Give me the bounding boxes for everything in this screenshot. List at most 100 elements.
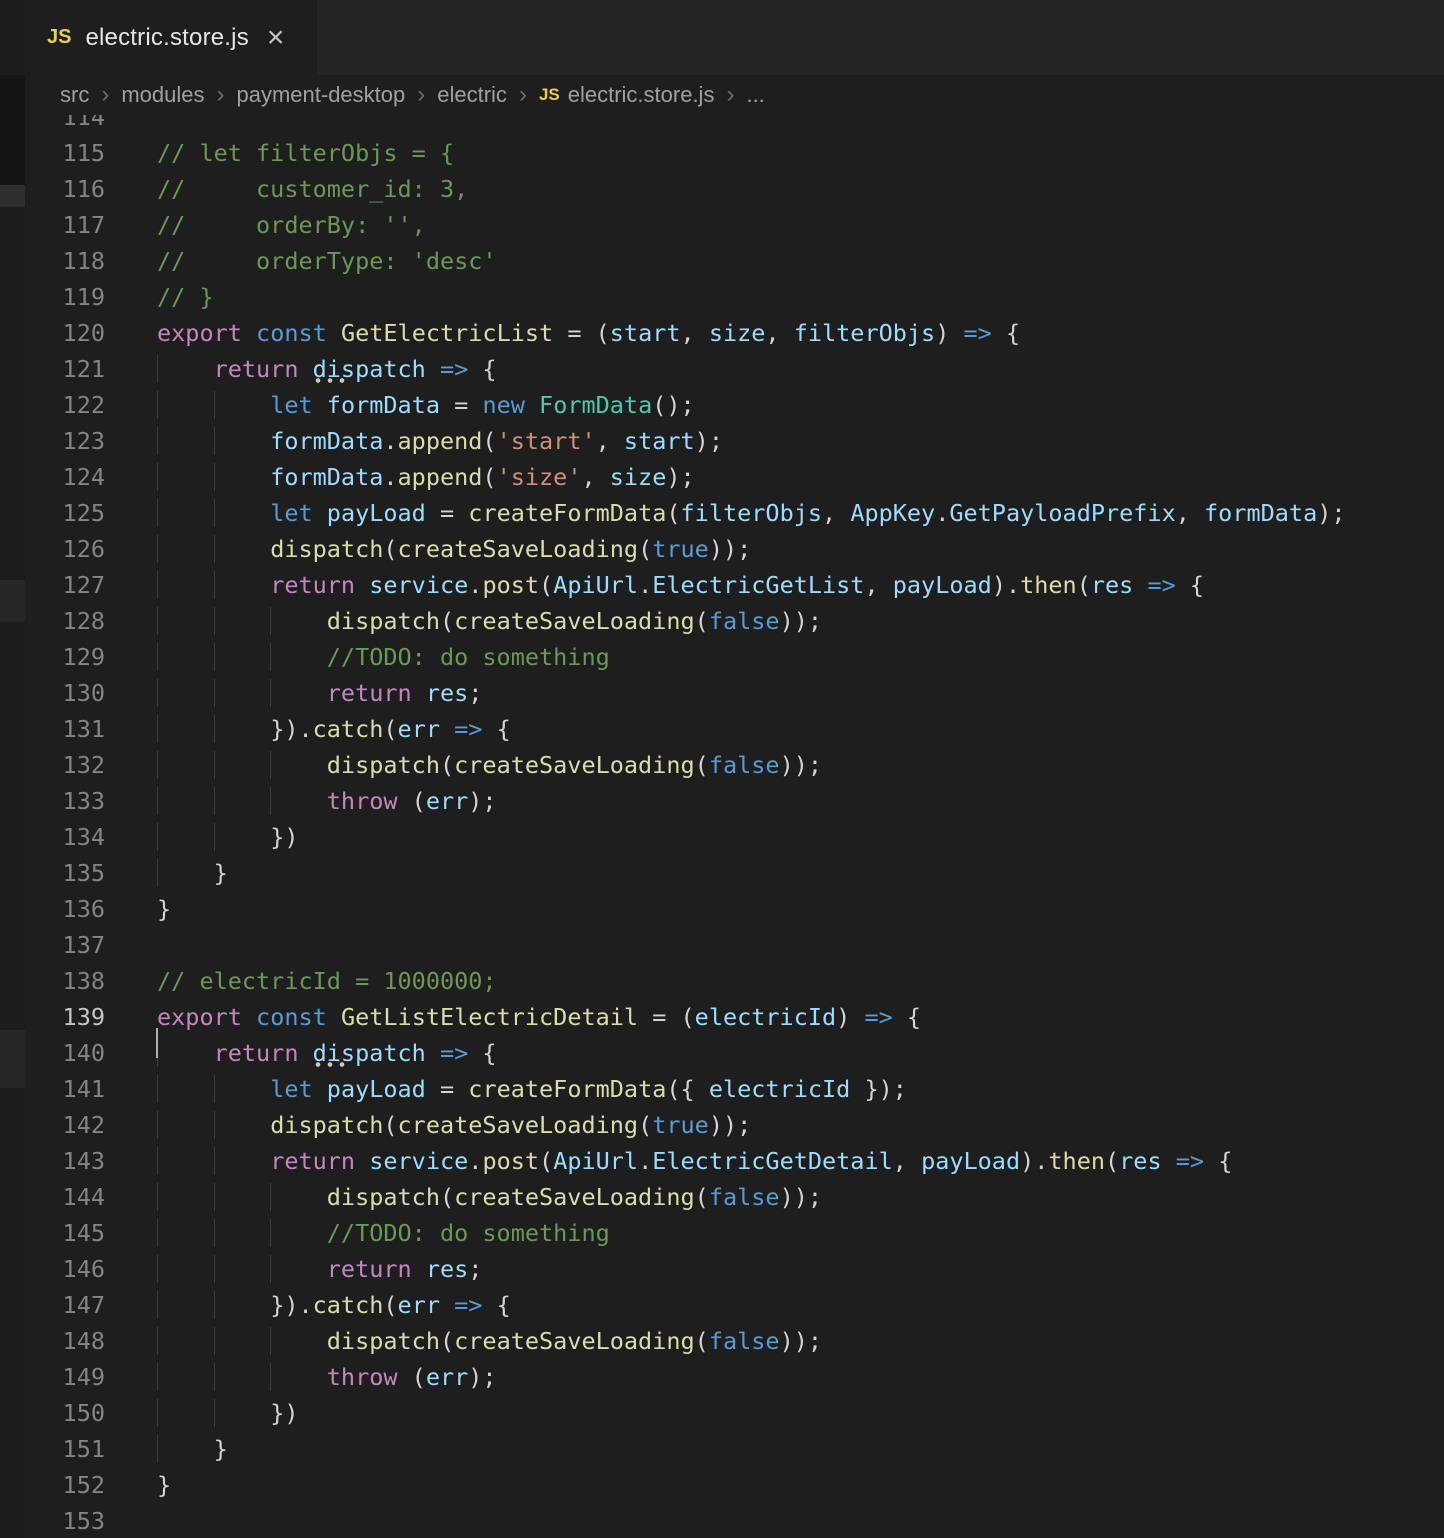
line-number: 143 <box>25 1143 105 1179</box>
tab-close-icon[interactable]: × <box>267 23 285 53</box>
code-line-148[interactable]: 148 dispatch(createSaveLoading(false)); <box>25 1323 1444 1359</box>
code-line-130[interactable]: 130 return res; <box>25 675 1444 711</box>
line-number: 117 <box>25 207 105 243</box>
code-line-132[interactable]: 132 dispatch(createSaveLoading(false)); <box>25 747 1444 783</box>
code-line-139[interactable]: 139export const GetListElectricDetail = … <box>25 999 1444 1035</box>
code-token: ( <box>383 1111 397 1139</box>
line-number: 150 <box>25 1395 105 1431</box>
code-line-142[interactable]: 142 dispatch(createSaveLoading(true)); <box>25 1107 1444 1143</box>
indent-guide <box>157 391 214 419</box>
code-line-118[interactable]: 118// orderType: 'desc' <box>25 243 1444 279</box>
code-line-131[interactable]: 131 }).catch(err => { <box>25 711 1444 747</box>
code-text: // customer_id: 3, <box>105 171 468 207</box>
code-text: }) <box>105 1395 298 1431</box>
code-editor[interactable]: 114115// let filterObjs = {116// custome… <box>25 115 1444 1538</box>
code-token: ( <box>1105 1147 1119 1175</box>
code-token: }) <box>270 1399 298 1427</box>
code-line-117[interactable]: 117// orderBy: '', <box>25 207 1444 243</box>
code-line-143[interactable]: 143 return service.post(ApiUrl.ElectricG… <box>25 1143 1444 1179</box>
indent-guide <box>157 1111 214 1139</box>
line-number: 129 <box>25 639 105 675</box>
breadcrumb-label: ... <box>746 82 764 108</box>
code-token: ). <box>1020 1147 1048 1175</box>
code-line-150[interactable]: 150 }) <box>25 1395 1444 1431</box>
left-rail <box>0 0 25 1538</box>
breadcrumb-item-modules[interactable]: modules <box>121 82 204 108</box>
code-line-121[interactable]: 121 return dispatch => { <box>25 351 1444 387</box>
code-token: = <box>426 1075 468 1103</box>
code-line-127[interactable]: 127 return service.post(ApiUrl.ElectricG… <box>25 567 1444 603</box>
code-line-136[interactable]: 136} <box>25 891 1444 927</box>
code-line-140[interactable]: 140 return dispatch => { <box>25 1035 1444 1071</box>
code-line-125[interactable]: 125 let payLoad = createFormData(filterO… <box>25 495 1444 531</box>
code-token <box>313 499 327 527</box>
code-line-138[interactable]: 138// electricId = 1000000; <box>25 963 1444 999</box>
line-number: 115 <box>25 135 105 171</box>
breadcrumb-item-payment-desktop[interactable]: payment-desktop <box>236 82 405 108</box>
code-line-137[interactable]: 137 <box>25 927 1444 963</box>
code-line-153[interactable]: 153 <box>25 1503 1444 1538</box>
code-token: createSaveLoading <box>454 1183 695 1211</box>
line-number: 134 <box>25 819 105 855</box>
code-token: . <box>638 571 652 599</box>
code-token: GetPayloadPrefix <box>949 499 1175 527</box>
breadcrumb-item--[interactable]: ... <box>746 82 764 108</box>
code-token: => <box>454 715 482 743</box>
tab-electric-store-js[interactable]: JS electric.store.js × <box>25 0 317 75</box>
breadcrumb-item-electric-store-js[interactable]: JSelectric.store.js <box>539 82 715 108</box>
code-text: let payLoad = createFormData({ electricI… <box>105 1071 907 1107</box>
left-rail-segment <box>0 207 25 580</box>
code-line-126[interactable]: 126 dispatch(createSaveLoading(true)); <box>25 531 1444 567</box>
code-line-133[interactable]: 133 throw (err); <box>25 783 1444 819</box>
code-token: , <box>765 319 793 347</box>
code-line-135[interactable]: 135 } <box>25 855 1444 891</box>
left-rail-scrollbar[interactable] <box>0 185 25 207</box>
code-token: } <box>157 895 171 923</box>
code-line-116[interactable]: 116// customer_id: 3, <box>25 171 1444 207</box>
breadcrumb-item-src[interactable]: src <box>60 82 89 108</box>
code-line-129[interactable]: 129 //TODO: do something <box>25 639 1444 675</box>
indent-guide <box>157 751 214 779</box>
indent-guide <box>157 1363 214 1391</box>
code-line-144[interactable]: 144 dispatch(createSaveLoading(false)); <box>25 1179 1444 1215</box>
code-token: service <box>369 1147 468 1175</box>
code-token: post <box>482 1147 539 1175</box>
code-text: return dispatch => { <box>105 1035 497 1071</box>
code-token: ( <box>695 1183 709 1211</box>
code-line-151[interactable]: 151 } <box>25 1431 1444 1467</box>
code-line-141[interactable]: 141 let payLoad = createFormData({ elect… <box>25 1071 1444 1107</box>
code-line-152[interactable]: 152} <box>25 1467 1444 1503</box>
code-token: append <box>398 427 483 455</box>
code-token: ApiUrl <box>553 1147 638 1175</box>
code-line-114[interactable]: 114 <box>25 115 1444 135</box>
javascript-file-icon: JS <box>539 85 560 105</box>
code-token: , <box>581 463 609 491</box>
code-line-134[interactable]: 134 }) <box>25 819 1444 855</box>
tab-bar: JS electric.store.js × <box>25 0 1444 75</box>
code-line-146[interactable]: 146 return res; <box>25 1251 1444 1287</box>
indent-guide <box>214 1075 271 1103</box>
code-line-115[interactable]: 115// let filterObjs = { <box>25 135 1444 171</box>
code-line-149[interactable]: 149 throw (err); <box>25 1359 1444 1395</box>
code-line-124[interactable]: 124 formData.append('size', size); <box>25 459 1444 495</box>
code-token: ( <box>383 1291 397 1319</box>
code-line-145[interactable]: 145 //TODO: do something <box>25 1215 1444 1251</box>
code-line-119[interactable]: 119// } <box>25 279 1444 315</box>
line-number: 141 <box>25 1071 105 1107</box>
code-text: } <box>105 891 171 927</box>
code-line-120[interactable]: 120export const GetElectricList = (start… <box>25 315 1444 351</box>
code-line-122[interactable]: 122 let formData = new FormData(); <box>25 387 1444 423</box>
indent-guide <box>214 715 271 743</box>
line-number: 116 <box>25 171 105 207</box>
code-line-123[interactable]: 123 formData.append('start', start); <box>25 423 1444 459</box>
code-line-128[interactable]: 128 dispatch(createSaveLoading(false)); <box>25 603 1444 639</box>
code-lines: 114115// let filterObjs = {116// custome… <box>25 115 1444 1538</box>
line-number: 151 <box>25 1431 105 1467</box>
code-token: // electricId = 1000000; <box>157 967 497 995</box>
indent-guide <box>214 1183 271 1211</box>
breadcrumb-item-electric[interactable]: electric <box>437 82 507 108</box>
code-line-147[interactable]: 147 }).catch(err => { <box>25 1287 1444 1323</box>
indent-guide <box>270 751 327 779</box>
code-token: size <box>709 319 766 347</box>
code-token: ); <box>695 427 723 455</box>
